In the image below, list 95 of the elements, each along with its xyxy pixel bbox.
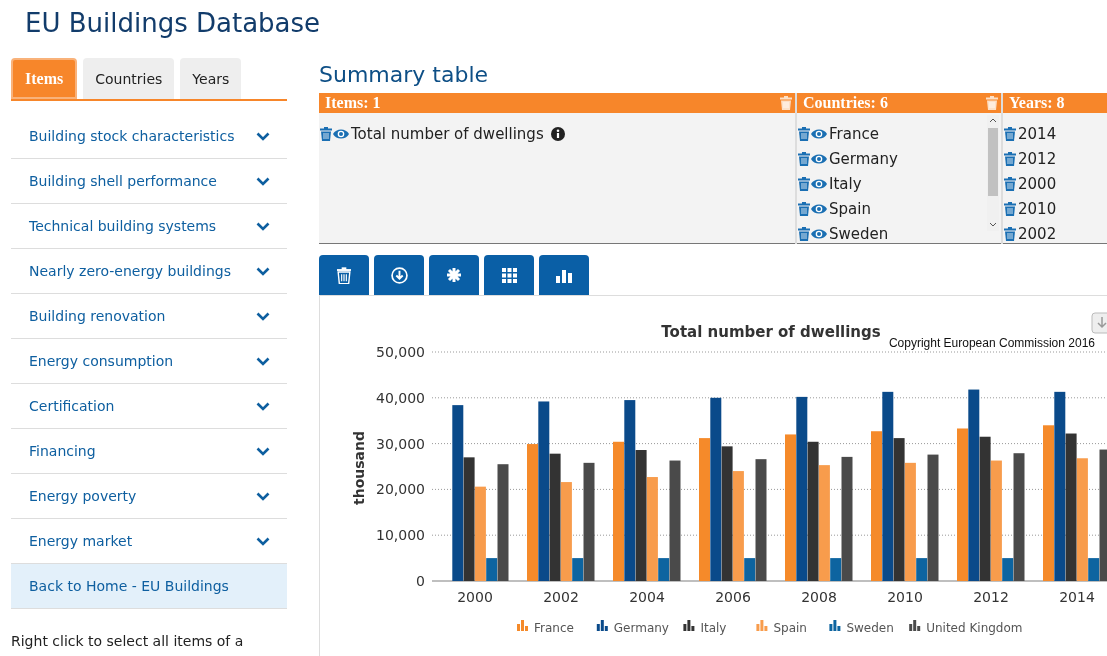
- chart-button[interactable]: [539, 255, 589, 295]
- trash-icon[interactable]: [1004, 176, 1016, 191]
- eye-icon[interactable]: [811, 177, 827, 190]
- legend-label[interactable]: France: [534, 621, 574, 635]
- selected-entry: Sweden: [829, 224, 889, 243]
- section-title: Summary table: [319, 62, 490, 87]
- axis-tick-label: 2004: [629, 589, 665, 605]
- chart-title: Total number of dwellings: [661, 323, 881, 341]
- selected-entry: 2010: [1018, 199, 1057, 218]
- axis-tick-label: 0: [416, 573, 425, 589]
- legend-label[interactable]: Spain: [773, 621, 807, 635]
- eye-icon[interactable]: [811, 202, 827, 215]
- download-icon: [390, 266, 408, 284]
- eye-icon[interactable]: [811, 127, 827, 140]
- selected-entry: 2012: [1018, 149, 1057, 168]
- selected-entry: France: [829, 124, 879, 143]
- chevron-down-icon[interactable]: [256, 536, 270, 546]
- page-title: EU Buildings Database: [24, 7, 322, 40]
- sidebar-tab[interactable]: Years: [180, 58, 242, 99]
- selected-entry: Italy: [829, 174, 862, 193]
- chevron-down-icon[interactable]: [256, 491, 270, 501]
- copyright-text: Copyright European Commission 2016: [888, 336, 1095, 350]
- eye-icon[interactable]: [811, 152, 827, 165]
- sidebar-item[interactable]: Energy poverty: [11, 474, 287, 519]
- legend-icon[interactable]: [596, 620, 608, 631]
- selected-entry: Germany: [829, 149, 898, 168]
- bar-chart-icon: [556, 267, 572, 283]
- trash-icon[interactable]: [798, 226, 810, 241]
- axis-tick-label: 10,000: [376, 527, 425, 544]
- home-link[interactable]: Back to Home - EU Buildings: [11, 564, 287, 609]
- chevron-down-icon[interactable]: [256, 356, 270, 366]
- chevron-down-icon[interactable]: [256, 446, 270, 456]
- sidebar-item[interactable]: Nearly zero-energy buildings: [11, 249, 287, 294]
- axis-tick-label: 2012: [973, 589, 1009, 605]
- selected-entry: Spain: [829, 199, 871, 218]
- chevron-down-icon[interactable]: [256, 401, 270, 411]
- legend-icon[interactable]: [909, 620, 921, 631]
- chevron-down-icon[interactable]: [256, 221, 270, 231]
- legend-label[interactable]: Italy: [700, 621, 727, 635]
- axis-tick-label: 2006: [715, 589, 751, 605]
- selected-entry: Total number of dwellings: [351, 124, 544, 143]
- column-header: Items: 1: [319, 93, 795, 113]
- selected-entry: 2000: [1018, 174, 1057, 193]
- legend-label[interactable]: United Kingdom: [926, 621, 1023, 635]
- axis-tick-label: 2002: [543, 589, 579, 605]
- chevron-down-icon[interactable]: [256, 176, 270, 186]
- download-button[interactable]: [374, 255, 424, 295]
- axis-tick-label: 50,000: [376, 344, 425, 360]
- trash-icon[interactable]: [1004, 126, 1016, 141]
- axis-tick-label: 2010: [887, 589, 923, 605]
- grid-icon: [501, 267, 517, 283]
- hint-text: Right click to select all items of a: [11, 633, 245, 649]
- info-icon[interactable]: [550, 126, 565, 141]
- axis-tick-label: 20,000: [376, 481, 425, 498]
- trash-icon[interactable]: [798, 176, 810, 191]
- axis-title: thousand: [351, 431, 367, 505]
- sidebar-item[interactable]: Energy consumption: [11, 339, 287, 384]
- trash-icon[interactable]: [1004, 151, 1016, 166]
- delete-button[interactable]: [319, 255, 369, 295]
- legend-icon[interactable]: [683, 620, 695, 631]
- chevron-down-icon[interactable]: [256, 266, 270, 276]
- legend-icon[interactable]: [829, 620, 841, 631]
- sidebar-item[interactable]: Building stock characteristics: [11, 114, 287, 159]
- column-header: Countries: 6: [797, 93, 1001, 113]
- sidebar-item[interactable]: Technical building systems: [11, 204, 287, 249]
- asterisk-button[interactable]: [429, 255, 479, 295]
- eye-icon[interactable]: [811, 227, 827, 240]
- sidebar-tab[interactable]: Countries: [83, 58, 175, 99]
- trash-icon: [337, 266, 351, 284]
- trash-icon[interactable]: [1004, 201, 1016, 216]
- axis-tick-label: 2014: [1059, 589, 1095, 605]
- trash-icon[interactable]: [320, 126, 332, 141]
- selected-entry: 2002: [1018, 224, 1057, 243]
- axis-tick-label: 2008: [801, 589, 837, 605]
- axis-tick-label: 2000: [457, 589, 493, 605]
- chevron-down-icon[interactable]: [256, 131, 270, 141]
- column-header: Years: 8: [1003, 93, 1107, 113]
- trash-icon[interactable]: [1004, 226, 1016, 241]
- axis-tick-label: 30,000: [376, 435, 425, 452]
- trash-icon[interactable]: [798, 201, 810, 216]
- chevron-down-icon[interactable]: [256, 311, 270, 321]
- eye-icon[interactable]: [333, 127, 349, 140]
- sidebar-item[interactable]: Building shell performance: [11, 159, 287, 204]
- sidebar-item[interactable]: Building renovation: [11, 294, 287, 339]
- asterisk-icon: [447, 268, 461, 282]
- sidebar-item[interactable]: Certification: [11, 384, 287, 429]
- trash-icon[interactable]: [798, 126, 810, 141]
- grid-button[interactable]: [484, 255, 534, 295]
- legend-label[interactable]: Sweden: [846, 621, 894, 635]
- axis-tick-label: 40,000: [376, 389, 425, 406]
- trash-icon[interactable]: [798, 151, 810, 166]
- sidebar-item[interactable]: Financing: [11, 429, 287, 474]
- legend-label[interactable]: Germany: [613, 621, 669, 635]
- selected-entry: 2014: [1018, 124, 1057, 143]
- download-icon[interactable]: [1091, 312, 1107, 334]
